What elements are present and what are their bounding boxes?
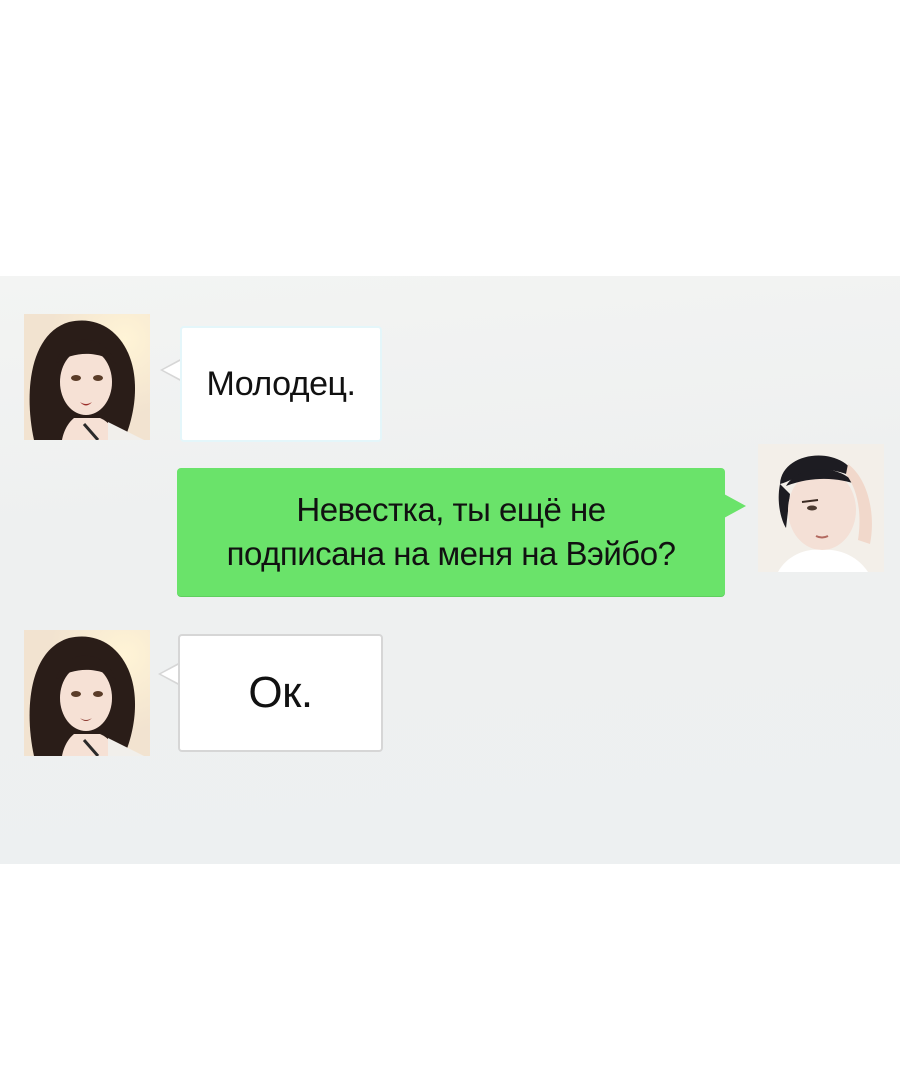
message-text-line-1: Невестка, ты ещё не [296, 491, 606, 528]
message-text-line-2: подписана на меня на Вэйбо? [226, 535, 676, 572]
man-avatar-icon[interactable] [758, 444, 884, 572]
message-bubble-outgoing[interactable]: Невестка, ты ещё не подписана на меня на… [177, 468, 725, 596]
message-bubble-incoming[interactable]: Ок. [178, 634, 383, 752]
comic-page: Молодец. Невестка, ты ещё не подписана н… [0, 0, 900, 1070]
message-text: Молодец. [206, 364, 356, 403]
bubble-tail [158, 662, 180, 686]
bubble-tail [160, 358, 182, 382]
woman-avatar-icon[interactable] [24, 314, 150, 440]
message-text: Ок. [248, 668, 313, 717]
chat-panel: Молодец. Невестка, ты ещё не подписана н… [0, 276, 900, 864]
bubble-tail [724, 494, 746, 518]
message-bubble-incoming[interactable]: Молодец. [180, 326, 382, 442]
woman-avatar-icon[interactable] [24, 630, 150, 756]
